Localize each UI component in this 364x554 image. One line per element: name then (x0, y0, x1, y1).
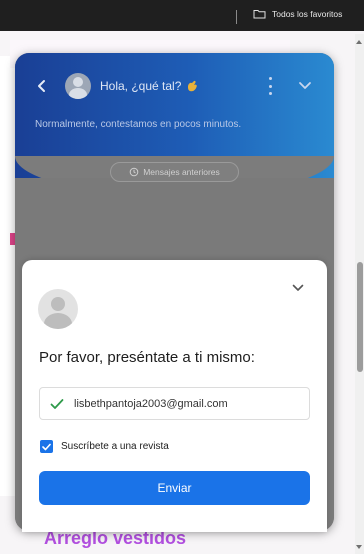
scrollbar-thumb[interactable] (357, 262, 363, 372)
chevron-down-icon[interactable] (298, 81, 312, 91)
chat-greeting: Hola, ¿qué tal? (100, 79, 199, 93)
chat-greeting-text: Hola, ¿qué tal? (100, 79, 182, 93)
scroll-down-arrow-icon[interactable] (356, 545, 362, 549)
user-avatar (38, 289, 78, 329)
form-title: Por favor, preséntate a ti mismo: (39, 349, 255, 366)
waving-hand-icon (188, 80, 198, 92)
bookmark-separator (236, 10, 237, 24)
submit-button[interactable]: Enviar (39, 471, 310, 505)
previous-messages-label: Mensajes anteriores (143, 167, 220, 177)
history-icon (129, 167, 139, 177)
bookmark-folder-label: Todos los favoritos (272, 9, 343, 19)
previous-messages-button[interactable]: Mensajes anteriores (110, 162, 239, 182)
scroll-up-arrow-icon[interactable] (356, 40, 362, 44)
agent-avatar (65, 73, 91, 99)
subscribe-checkbox[interactable] (40, 440, 53, 453)
checkmark-icon (50, 398, 64, 409)
more-options-icon[interactable] (266, 77, 274, 95)
chat-header (15, 53, 334, 178)
folder-icon (253, 10, 266, 19)
email-field[interactable] (39, 387, 310, 420)
email-input[interactable] (74, 397, 294, 410)
subscribe-option[interactable]: Suscríbete a una revista (40, 440, 169, 453)
back-arrow-icon[interactable] (35, 78, 49, 94)
chevron-down-icon[interactable] (292, 284, 304, 292)
subscribe-label: Suscríbete a una revista (61, 441, 169, 452)
bookmark-folder-all[interactable]: Todos los favoritos (253, 9, 342, 19)
response-time-note: Normalmente, contestamos en pocos minuto… (35, 119, 242, 130)
checkbox-check-icon (42, 443, 51, 450)
bookmark-bar: Todos los favoritos (0, 0, 364, 31)
contact-form-card: Por favor, preséntate a ti mismo: Suscrí… (22, 260, 327, 532)
